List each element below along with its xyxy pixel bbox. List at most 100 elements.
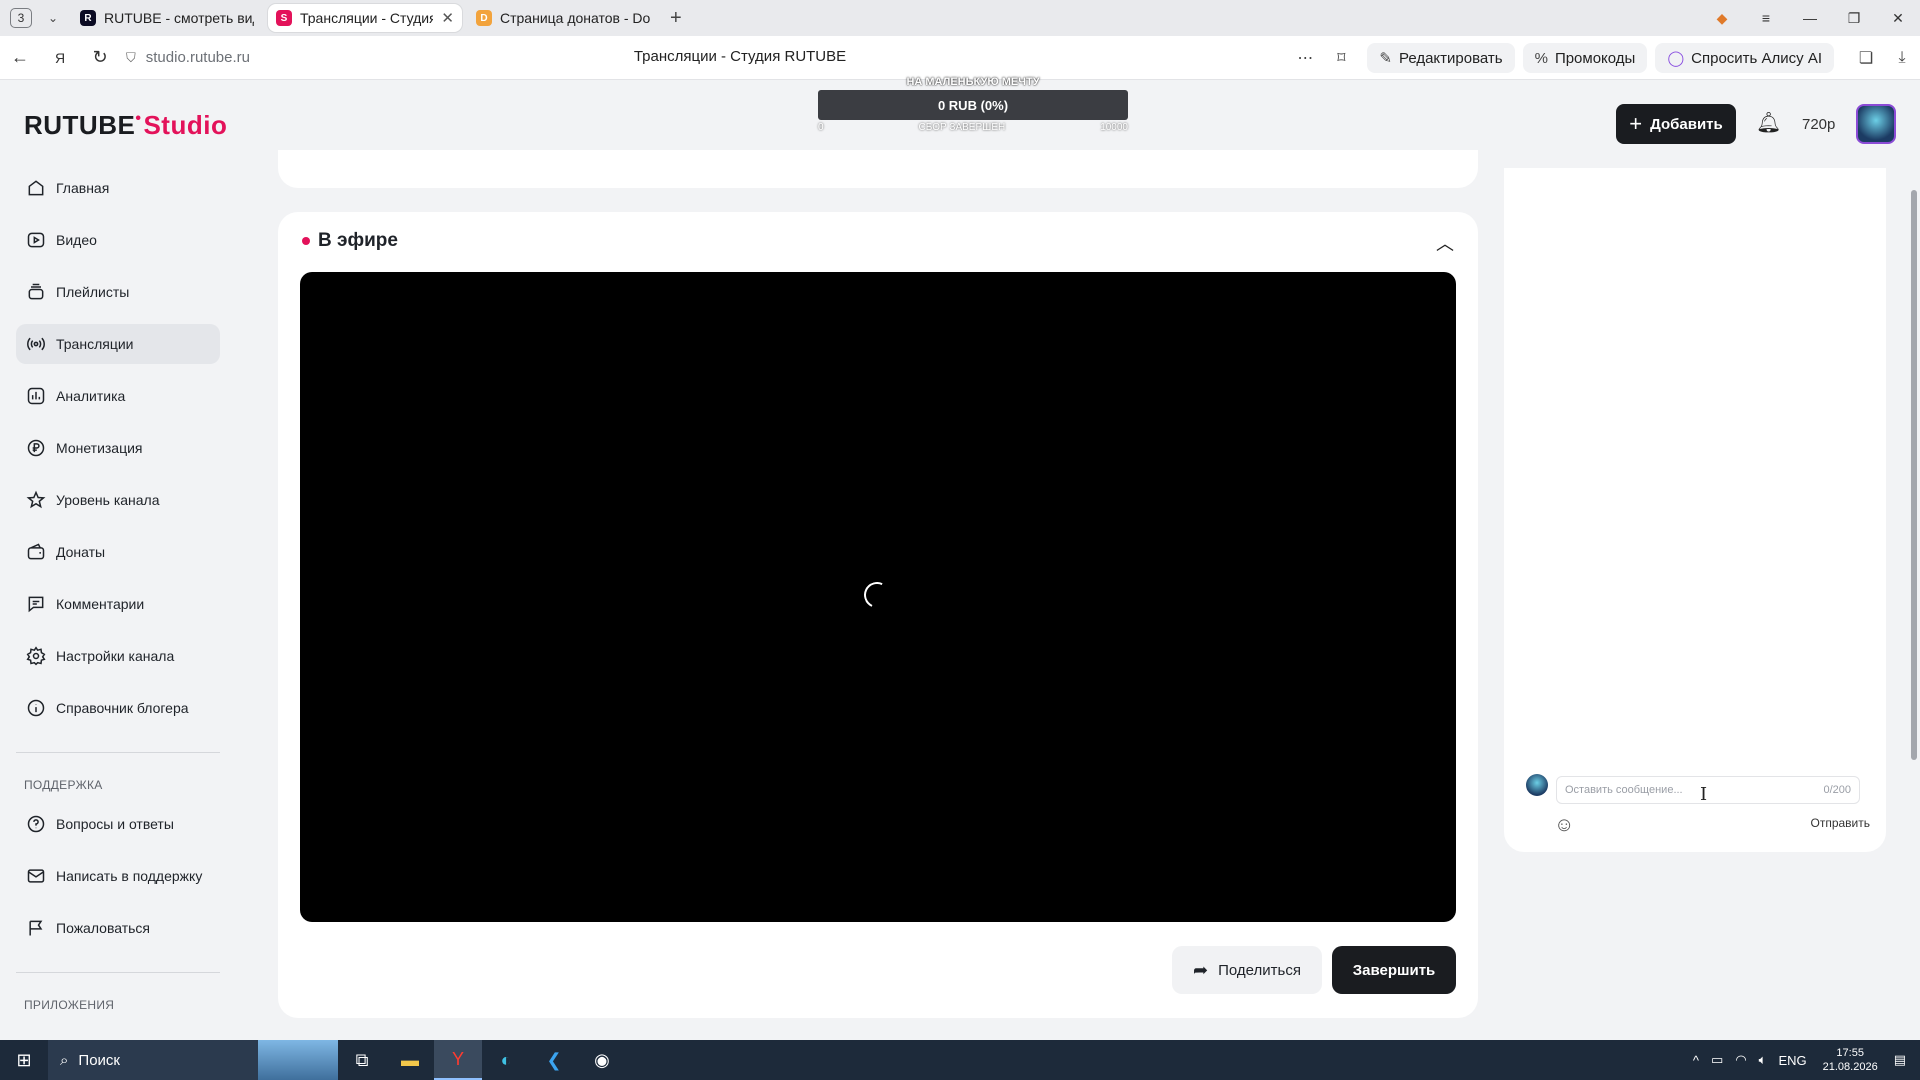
- ask-alice-button[interactable]: ◯ Спросить Алису AI: [1655, 43, 1834, 73]
- rutube-favicon-icon: R: [80, 10, 96, 26]
- sidebar-item-contact-support[interactable]: Написать в поддержку: [16, 856, 220, 896]
- avatar[interactable]: [1856, 104, 1896, 144]
- tab-rutube[interactable]: R RUTUBE - смотреть видео: [72, 4, 262, 32]
- pencil-icon: ✎: [1379, 50, 1392, 67]
- tab-donations[interactable]: D Страница донатов - Donat: [468, 4, 658, 32]
- donation-status: СБОР ЗАВЕРШЕН: [918, 122, 1006, 133]
- add-button[interactable]: + Добавить: [1616, 104, 1736, 144]
- support-section-title: ПОДДЕРЖКА: [24, 778, 103, 792]
- donation-goal-title: НА МАЛЕНЬКУЮ МЕЧТУ: [906, 76, 1040, 88]
- sidebar-item-label: Трансляции: [56, 336, 134, 352]
- window-controls: ◆ ≡ — ❐ ✕: [1700, 0, 1920, 36]
- sidebar-item-label: Плейлисты: [56, 284, 130, 300]
- tab-title: RUTUBE - смотреть видео: [104, 10, 254, 26]
- sidebar-item-label: Монетизация: [56, 440, 143, 456]
- chat-placeholder: Оставить сообщение...: [1565, 784, 1683, 796]
- sidebar-item-video[interactable]: Видео: [16, 220, 220, 260]
- vscode-icon[interactable]: ❮: [530, 1040, 578, 1080]
- sidebar-item-label: Вопросы и ответы: [56, 816, 174, 832]
- extension-icon[interactable]: ◆: [1700, 10, 1744, 27]
- sidebar-item-broadcasts[interactable]: Трансляции: [16, 324, 220, 364]
- donation-max: 10000: [1100, 122, 1128, 133]
- tab-count-badge[interactable]: 3: [10, 8, 32, 28]
- tab-title: Трансляции - Студия RUTUBE: [300, 10, 434, 26]
- download-icon[interactable]: ⤓: [1884, 49, 1920, 67]
- new-tab-plus-icon[interactable]: +: [670, 7, 682, 30]
- share-label: Поделиться: [1218, 961, 1301, 979]
- edit-button[interactable]: ✎ Редактировать: [1367, 43, 1515, 73]
- edge-icon[interactable]: ◐: [482, 1040, 530, 1080]
- tab-studio[interactable]: S Трансляции - Студия RUTUBE ✕: [268, 4, 462, 32]
- taskbar-search[interactable]: ⌕ Поиск: [48, 1040, 258, 1080]
- sidebar-item-channel-level[interactable]: Уровень канала: [16, 480, 220, 520]
- menu-icon[interactable]: ≡: [1744, 10, 1788, 26]
- edit-label: Редактировать: [1398, 49, 1503, 67]
- chat-avatar: [1526, 774, 1548, 796]
- sidebar-item-report[interactable]: Пожаловаться: [16, 908, 220, 948]
- chevron-down-icon[interactable]: ⌄: [40, 11, 66, 25]
- promo-label: Промокоды: [1554, 49, 1636, 67]
- chevron-up-icon[interactable]: ︿: [1436, 230, 1454, 256]
- obs-icon[interactable]: ◉: [578, 1040, 626, 1080]
- volume-icon[interactable]: 🔈︎: [1759, 1052, 1767, 1068]
- sidebar-item-analytics[interactable]: Аналитика: [16, 376, 220, 416]
- search-label: Поиск: [78, 1051, 120, 1069]
- camera-icon[interactable]: ▭: [1711, 1052, 1723, 1068]
- chevron-up-icon[interactable]: ^: [1693, 1053, 1699, 1068]
- sidebar-item-home[interactable]: Главная: [16, 168, 220, 208]
- donat-favicon-icon: D: [476, 10, 492, 26]
- sidebar-item-label: Донаты: [56, 544, 106, 560]
- broadcast-icon: [24, 332, 48, 356]
- ruble-icon: [24, 436, 48, 460]
- collections-icon[interactable]: ❏: [1848, 48, 1884, 68]
- bookmark-icon[interactable]: ⌑: [1323, 48, 1359, 68]
- windows-start-icon[interactable]: ⊞: [0, 1050, 48, 1071]
- sidebar-item-comments[interactable]: Комментарии: [16, 584, 220, 624]
- share-arrow-icon: ➦: [1193, 959, 1209, 980]
- send-button[interactable]: Отправить: [1810, 816, 1870, 830]
- system-tray: ^ ▭ ◠ 🔈︎ ENG 17:55 21.08.2026 ▤: [1687, 1040, 1920, 1080]
- minimize-icon[interactable]: —: [1788, 10, 1832, 26]
- donation-min: 0: [818, 122, 824, 133]
- browser-tabbar: 3 ⌄ R RUTUBE - смотреть видео S Трансляц…: [0, 0, 1920, 36]
- sidebar-item-faq[interactable]: Вопросы и ответы: [16, 804, 220, 844]
- chat-message-input[interactable]: Оставить сообщение... 0/200: [1556, 776, 1860, 804]
- clock-date: 21.08.2026: [1822, 1061, 1878, 1073]
- sidebar-item-label: Видео: [56, 232, 97, 248]
- language-indicator[interactable]: ENG: [1778, 1053, 1806, 1068]
- sidebar-item-label: Справочник блогера: [56, 700, 189, 716]
- emoji-icon[interactable]: ☺: [1554, 814, 1574, 837]
- sidebar-item-monetization[interactable]: Монетизация: [16, 428, 220, 468]
- live-dot-icon: [302, 237, 310, 245]
- close-icon[interactable]: ✕: [441, 9, 454, 27]
- share-button[interactable]: ➦ Поделиться: [1172, 946, 1322, 994]
- sidebar-item-blogger-guide[interactable]: Справочник блогера: [16, 688, 220, 728]
- quality-selector[interactable]: 720p: [1802, 116, 1835, 133]
- page-scrollbar[interactable]: [1908, 168, 1920, 1040]
- chat-panel: Оставить сообщение... 0/200 ☺ Отправить: [1504, 168, 1886, 852]
- apps-section-title: ПРИЛОЖЕНИЯ: [24, 998, 115, 1012]
- live-title-text: В эфире: [318, 230, 398, 251]
- address-bar: ← Я ↻ ⛉ studio.rutube.ru Трансляции - Ст…: [0, 36, 1920, 80]
- sidebar-item-channel-settings[interactable]: Настройки канала: [16, 636, 220, 676]
- notification-icon[interactable]: ▤: [1894, 1052, 1906, 1068]
- bell-icon[interactable]: 🔔︎: [1756, 110, 1781, 135]
- finish-button[interactable]: Завершить: [1332, 946, 1456, 994]
- scrollbar-thumb[interactable]: [1911, 190, 1917, 760]
- plus-icon: +: [1629, 111, 1643, 136]
- rutube-studio-logo[interactable]: RUTUBE•Studio: [24, 110, 227, 141]
- task-view-icon[interactable]: ⧉: [338, 1040, 386, 1080]
- wifi-icon[interactable]: ◠: [1735, 1052, 1746, 1068]
- sidebar-item-playlists[interactable]: Плейлисты: [16, 272, 220, 312]
- previous-card: [278, 150, 1478, 188]
- restore-icon[interactable]: ❐: [1832, 10, 1876, 27]
- file-explorer-icon[interactable]: ▬: [386, 1040, 434, 1080]
- clock[interactable]: 17:55 21.08.2026: [1823, 1046, 1878, 1074]
- yandex-browser-icon[interactable]: Y: [434, 1040, 482, 1080]
- sidebar-item-donations[interactable]: Донаты: [16, 532, 220, 572]
- close-window-icon[interactable]: ✕: [1876, 10, 1920, 27]
- promo-button[interactable]: % Промокоды: [1522, 43, 1648, 73]
- more-dots-icon[interactable]: ⋯: [1287, 48, 1323, 68]
- video-player[interactable]: [300, 272, 1456, 922]
- playlist-icon: [24, 280, 48, 304]
